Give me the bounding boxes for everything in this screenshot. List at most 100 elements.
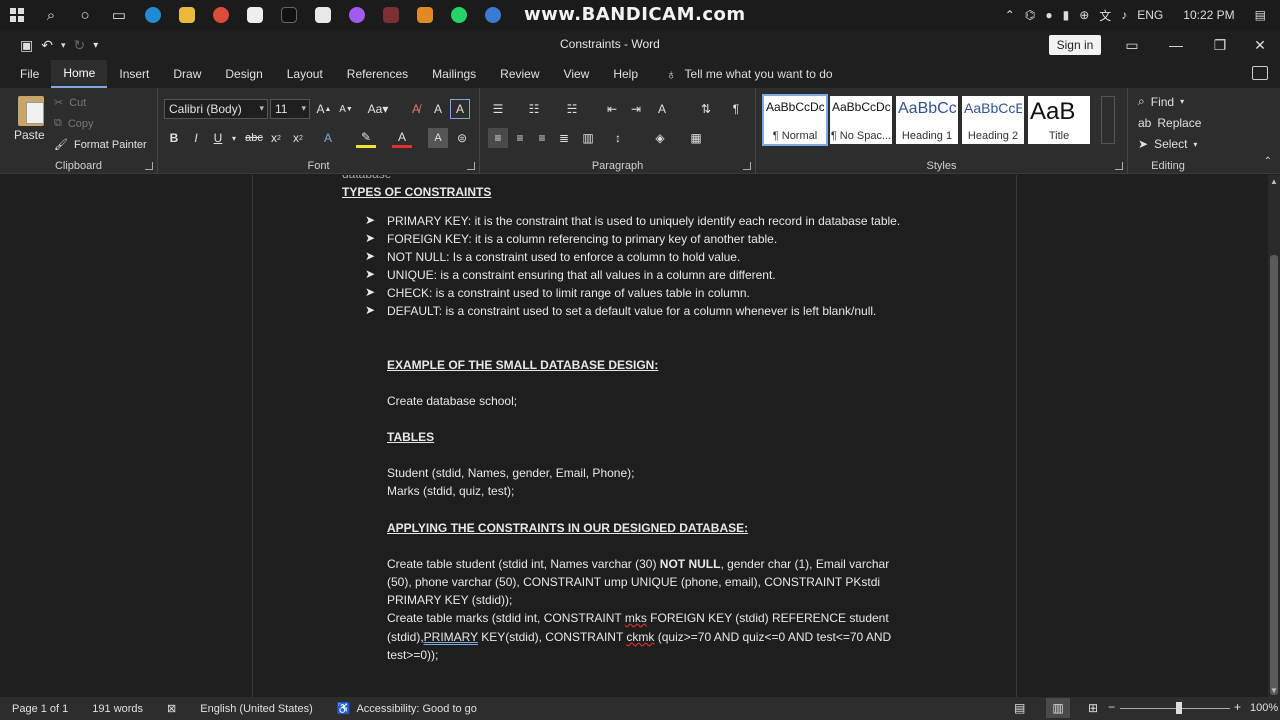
cortana-icon[interactable]: ○ [68, 0, 102, 30]
document-area[interactable]: database TYPES OF CONSTRAINTS ➤ PRIMARY … [0, 175, 1268, 697]
multilevel-list-icon[interactable]: ☵ [562, 99, 582, 119]
paragraph-launcher-icon[interactable] [743, 162, 751, 170]
ribbon-display-options-icon[interactable]: ▭ [1110, 30, 1154, 60]
select-button[interactable]: ➤ Select ▾ [1138, 137, 1197, 151]
grow-font-icon[interactable]: A ▲ [314, 99, 334, 119]
asian-layout-icon[interactable]: A [652, 99, 672, 119]
find-button[interactable]: ⌕ Find ▾ [1138, 94, 1184, 109]
replace-button[interactable]: ab Replace [1138, 116, 1201, 130]
paste-button[interactable]: Paste [14, 128, 45, 142]
customize-qat-icon[interactable]: ▾ [93, 40, 98, 51]
tab-review[interactable]: Review [488, 60, 551, 88]
zoom-slider-thumb[interactable] [1176, 702, 1182, 714]
whatsapp-icon[interactable] [442, 0, 476, 30]
edge-icon[interactable] [136, 0, 170, 30]
styles-launcher-icon[interactable] [1115, 162, 1123, 170]
language-indicator[interactable]: ENG [1137, 8, 1163, 22]
redo-icon[interactable]: ↻ [74, 37, 86, 54]
text-effects-a-icon[interactable]: A [428, 99, 448, 119]
undo-icon[interactable]: ↶ [41, 37, 53, 54]
globe-icon[interactable]: ⊕ [1079, 8, 1089, 22]
align-right-icon[interactable]: ≡ [532, 128, 552, 148]
messenger-icon[interactable] [340, 0, 374, 30]
zoom-in-icon[interactable]: + [1234, 700, 1241, 714]
undo-dropdown-icon[interactable]: ▾ [61, 40, 66, 51]
file-explorer-icon[interactable] [170, 0, 204, 30]
font-name-combo[interactable]: Calibri (Body) ▾ [164, 99, 268, 119]
tab-help[interactable]: Help [601, 60, 650, 88]
language-status[interactable]: English (United States) [188, 703, 325, 715]
app2-icon[interactable] [408, 0, 442, 30]
zoom-level[interactable]: 100% [1250, 702, 1278, 714]
scrollbar-thumb[interactable] [1270, 255, 1278, 695]
style-normal[interactable]: AaBbCcDc ¶ Normal [762, 94, 828, 146]
tab-references[interactable]: References [335, 60, 420, 88]
app3-icon[interactable] [476, 0, 510, 30]
cut-button[interactable]: ✂ Cut [54, 96, 86, 110]
sort-icon[interactable]: ⇅ [696, 99, 716, 119]
change-case-icon[interactable]: Aa▾ [364, 99, 392, 119]
font-color-icon[interactable]: A [392, 128, 412, 148]
collapse-ribbon-icon[interactable]: ⌃ [1264, 156, 1272, 167]
highlight-icon[interactable]: ✎ [356, 128, 376, 148]
microphone-icon[interactable]: ● [1045, 8, 1052, 22]
network-icon[interactable]: ⌬ [1025, 8, 1035, 22]
line-spacing-icon[interactable]: ↕ [608, 128, 628, 148]
enclose-characters-icon[interactable]: ⊜ [452, 128, 472, 148]
windows-start-icon[interactable] [0, 0, 34, 30]
word-count[interactable]: 191 words [80, 703, 155, 715]
page-count[interactable]: Page 1 of 1 [0, 703, 80, 715]
ime-icon[interactable]: 文 [1099, 7, 1111, 24]
italic-icon[interactable]: I [186, 128, 206, 148]
chevron-up-icon[interactable]: ⌃ [1005, 8, 1015, 22]
style-heading-2[interactable]: AaBbCcE Heading 2 [962, 96, 1024, 144]
style-no-spacing[interactable]: AaBbCcDc ¶ No Spac... [830, 96, 892, 144]
style-title[interactable]: AaB Title [1028, 96, 1090, 144]
accessibility-status[interactable]: ♿ Accessibility: Good to go [325, 702, 489, 716]
game-icon[interactable] [374, 0, 408, 30]
distributed-icon[interactable]: ▥ [578, 128, 598, 148]
font-launcher-icon[interactable] [467, 162, 475, 170]
tab-file[interactable]: File [8, 60, 51, 88]
shading-icon[interactable]: ◈ [650, 128, 670, 148]
tab-layout[interactable]: Layout [275, 60, 335, 88]
style-heading-1[interactable]: AaBbCc Heading 1 [896, 96, 958, 144]
tell-me-search[interactable]: ♁ Tell me what you want to do [666, 66, 833, 82]
clipboard-launcher-icon[interactable] [145, 162, 153, 170]
scroll-down-icon[interactable]: ▼ [1270, 686, 1278, 695]
minimize-icon[interactable]: — [1154, 30, 1198, 60]
battery-icon[interactable]: ▮ [1063, 8, 1070, 22]
search-icon[interactable]: ⌕ [34, 0, 68, 30]
font-size-combo[interactable]: 11 ▾ [270, 99, 310, 119]
bold-icon[interactable]: B [164, 128, 184, 148]
character-shading-icon[interactable]: A [428, 128, 448, 148]
save-icon[interactable]: ▣ [20, 37, 33, 54]
tab-home[interactable]: Home [51, 60, 108, 88]
comments-icon[interactable] [1252, 66, 1268, 80]
character-border-icon[interactable]: A [450, 99, 470, 119]
text-effects-icon[interactable]: A [318, 128, 338, 148]
superscript-icon[interactable]: x2 [288, 128, 308, 148]
shrink-font-icon[interactable]: A ▼ [336, 99, 356, 119]
copy-button[interactable]: ⧉ Copy [54, 117, 94, 130]
task-view-icon[interactable]: ▭ [102, 0, 136, 30]
tab-draw[interactable]: Draw [161, 60, 213, 88]
underline-dropdown-icon[interactable]: ▾ [224, 128, 244, 148]
clock[interactable]: 10:22 PM [1173, 8, 1244, 22]
mail-icon[interactable] [238, 0, 272, 30]
tab-insert[interactable]: Insert [107, 60, 161, 88]
tab-mailings[interactable]: Mailings [420, 60, 488, 88]
align-left-icon[interactable]: ≡ [488, 128, 508, 148]
increase-indent-icon[interactable]: ⇥ [626, 99, 646, 119]
web-layout-icon[interactable]: ⊞ [1088, 701, 1098, 715]
sign-in-button[interactable]: Sign in [1049, 35, 1101, 55]
show-formatting-icon[interactable]: ¶ [726, 99, 746, 119]
proofing-icon[interactable]: ⊠ [155, 702, 188, 715]
strikethrough-icon[interactable]: abc [244, 128, 264, 148]
format-painter-button[interactable]: 🖌 Format Painter [54, 138, 147, 152]
focus-mode-icon[interactable]: ▤ [1014, 701, 1025, 715]
styles-gallery-scroll[interactable] [1101, 96, 1115, 144]
zoom-out-icon[interactable]: − [1108, 700, 1115, 714]
clear-formatting-icon[interactable]: A̸ [406, 99, 426, 119]
subscript-icon[interactable]: x2 [266, 128, 286, 148]
